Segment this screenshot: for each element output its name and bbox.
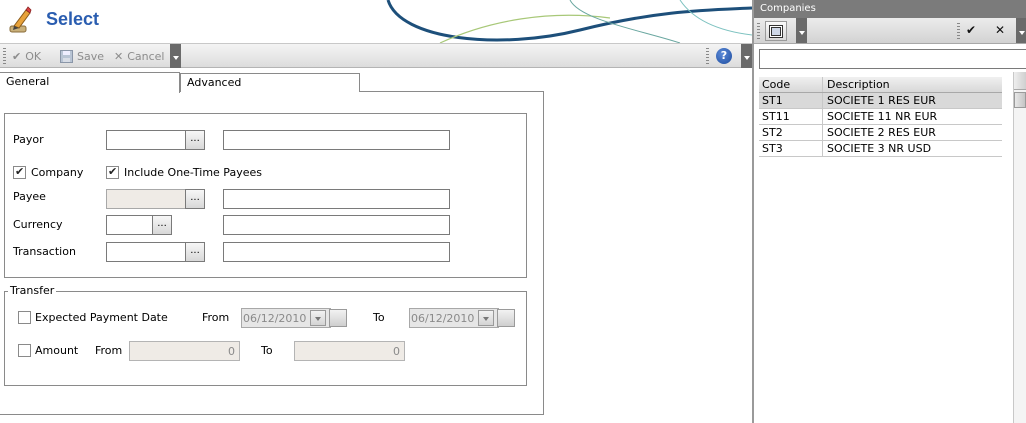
payee-lookup-button[interactable]: ...	[185, 189, 205, 209]
column-header-code[interactable]: Code	[759, 77, 823, 92]
currency-description-field[interactable]	[223, 215, 450, 235]
payor-code-input[interactable]	[106, 130, 186, 150]
companies-panel: Companies ✔ ✕ Code Description ST1 SOCIE…	[752, 0, 1026, 423]
tab-label: Advanced	[187, 76, 242, 89]
save-label: Save	[77, 49, 105, 63]
tab-label: General	[6, 75, 50, 88]
expected-payment-date-checkbox[interactable]	[18, 311, 31, 324]
tab-advanced[interactable]: Advanced	[180, 73, 360, 92]
save-button[interactable]: Save	[60, 48, 104, 64]
amount-from-input[interactable]: 0	[129, 341, 240, 361]
payee-code-input[interactable]	[106, 189, 186, 209]
transaction-label: Transaction	[13, 245, 76, 258]
transfer-group	[4, 291, 527, 386]
toolbar-grip[interactable]	[757, 23, 760, 39]
amount-to-input[interactable]: 0	[294, 341, 405, 361]
floppy-disk-icon	[60, 49, 73, 63]
toolbar-grip[interactable]	[957, 23, 960, 39]
tab-general[interactable]: General	[0, 72, 180, 93]
row-code: ST11	[759, 109, 823, 124]
currency-code-input[interactable]	[106, 215, 153, 235]
row-description: SOCIETE 11 NR EUR	[827, 110, 938, 123]
transaction-code-input[interactable]	[106, 242, 186, 262]
window-header: Select	[0, 0, 752, 43]
date-from-dropdown-button[interactable]	[310, 310, 326, 326]
cancel-label: Cancel	[127, 49, 165, 63]
ok-label: OK	[25, 49, 42, 63]
cancel-button[interactable]: ✕ Cancel	[114, 48, 164, 64]
expected-payment-date-label: Expected Payment Date	[35, 311, 168, 324]
include-one-time-payees-checkbox[interactable]	[106, 165, 119, 179]
amount-checkbox[interactable]	[18, 344, 31, 357]
main-toolbar: ✔ OK Save ✕ Cancel ?	[0, 43, 752, 68]
column-header-description[interactable]: Description	[823, 78, 1001, 91]
calendar-icon[interactable]	[497, 309, 515, 327]
calendar-icon[interactable]	[329, 309, 347, 327]
scroll-up-button[interactable]	[1014, 72, 1026, 90]
row-code: ST1	[759, 93, 823, 108]
help-icon[interactable]: ?	[716, 48, 732, 64]
currency-lookup-button[interactable]: ...	[152, 215, 172, 235]
scroll-thumb[interactable]	[1014, 92, 1026, 108]
table-row[interactable]: ST11 SOCIETE 11 NR EUR	[759, 109, 1002, 125]
vertical-scrollbar[interactable]	[1013, 72, 1026, 423]
payor-description-field[interactable]	[223, 130, 450, 150]
date-to-dropdown-button[interactable]	[478, 310, 494, 326]
payee-description-field[interactable]	[223, 189, 450, 209]
toolbar-grip[interactable]	[3, 48, 6, 64]
window-layout-icon	[769, 25, 783, 38]
date-to-label: To	[373, 311, 385, 324]
payee-label: Payee	[13, 190, 46, 203]
toolbar-overflow-button[interactable]	[796, 18, 807, 43]
transaction-lookup-button[interactable]: ...	[185, 242, 205, 262]
toolbar-overflow-button[interactable]	[1016, 18, 1026, 43]
toolbar-grip[interactable]	[706, 48, 709, 64]
table-row[interactable]: ST2 SOCIETE 2 RES EUR	[759, 125, 1002, 141]
include-one-time-payees-label: Include One-Time Payees	[124, 166, 262, 179]
companies-grid: Code Description ST1 SOCIETE 1 RES EUR S…	[759, 77, 1002, 157]
row-code: ST2	[759, 125, 823, 140]
select-columns-button[interactable]	[765, 21, 787, 41]
toolbar-overflow-button[interactable]	[170, 44, 181, 68]
header-decoration	[386, 0, 752, 43]
row-description: SOCIETE 1 RES EUR	[827, 94, 936, 107]
row-description: SOCIETE 3 NR USD	[827, 142, 932, 155]
companies-toolbar: ✔ ✕	[754, 18, 1026, 44]
row-code: ST3	[759, 141, 823, 156]
company-label: Company	[31, 166, 84, 179]
transaction-description-field[interactable]	[223, 242, 450, 262]
row-description: SOCIETE 2 RES EUR	[827, 126, 936, 139]
check-icon: ✔	[12, 49, 22, 63]
close-x-icon[interactable]: ✕	[995, 23, 1005, 37]
amount-to-label: To	[261, 344, 273, 357]
payor-label: Payor	[13, 133, 44, 146]
page-title: Select	[46, 9, 100, 29]
amount-from-label: From	[95, 344, 123, 357]
confirm-check-icon[interactable]: ✔	[966, 23, 976, 37]
table-row[interactable]: ST1 SOCIETE 1 RES EUR	[759, 93, 1002, 109]
pencil-edit-icon	[9, 6, 32, 33]
toolbar-overflow-button[interactable]	[741, 44, 752, 68]
companies-panel-title: Companies	[754, 0, 1026, 18]
company-checkbox[interactable]	[13, 165, 26, 179]
payor-lookup-button[interactable]: ...	[185, 130, 205, 150]
companies-search-input[interactable]	[759, 49, 1026, 69]
close-x-icon: ✕	[114, 49, 124, 63]
currency-label: Currency	[13, 218, 63, 231]
date-from-label: From	[202, 311, 230, 324]
grid-header-row: Code Description	[759, 77, 1002, 93]
amount-label: Amount	[35, 344, 79, 357]
ok-button[interactable]: ✔ OK	[12, 48, 41, 64]
transfer-group-legend: Transfer	[8, 284, 57, 297]
table-row[interactable]: ST3 SOCIETE 3 NR USD	[759, 141, 1002, 157]
